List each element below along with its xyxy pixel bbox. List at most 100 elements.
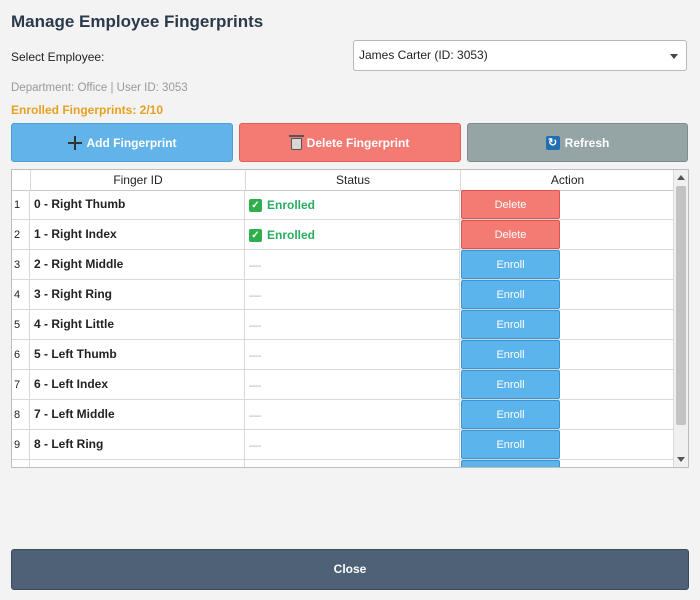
action-cell: Delete xyxy=(460,190,674,219)
row-number: 2 xyxy=(12,220,30,249)
column-header-status[interactable]: Status xyxy=(245,170,460,190)
enroll-row-button[interactable]: Enroll xyxy=(461,400,560,429)
enroll-row-button[interactable]: Enroll xyxy=(461,310,560,339)
status-text: — xyxy=(249,288,261,302)
action-cell: Enroll xyxy=(460,370,674,399)
finger-id-cell: 5 - Left Thumb xyxy=(30,340,245,369)
enroll-row-button[interactable]: Enroll xyxy=(461,370,560,399)
status-cell: ✓ Enrolled xyxy=(245,190,460,219)
status-cell: — xyxy=(245,430,460,459)
table-row[interactable]: 43 - Right Ring — Enroll xyxy=(12,280,674,310)
enrolled-count: Enrolled Fingerprints: 2/10 xyxy=(11,103,164,117)
dialog-title: Manage Employee Fingerprints xyxy=(11,12,264,31)
trash-icon xyxy=(288,134,304,150)
row-number: 6 xyxy=(12,340,30,369)
action-cell: Enroll xyxy=(460,280,674,309)
delete-fingerprint-button[interactable]: Delete Fingerprint xyxy=(239,123,461,162)
status-text: — xyxy=(249,438,261,452)
action-cell: Enroll xyxy=(460,400,674,429)
enroll-row-button[interactable]: Enroll xyxy=(461,250,560,279)
finger-id-cell: 2 - Right Middle xyxy=(30,250,245,279)
grid-header: Finger ID Status Action xyxy=(12,170,674,191)
enroll-row-button[interactable] xyxy=(461,460,560,467)
action-cell xyxy=(460,460,674,467)
finger-id-cell: 7 - Left Middle xyxy=(30,400,245,429)
scrollbar-thumb[interactable] xyxy=(676,186,686,425)
table-row[interactable]: 21 - Right Index ✓ Enrolled Delete xyxy=(12,220,674,250)
status-cell: — xyxy=(245,400,460,429)
employee-select[interactable]: James Carter (ID: 3053) xyxy=(353,40,687,71)
action-cell: Enroll xyxy=(460,340,674,369)
add-icon xyxy=(67,135,82,150)
finger-id-cell: 8 - Left Ring xyxy=(30,430,245,459)
table-row[interactable]: 87 - Left Middle — Enroll xyxy=(12,400,674,430)
employee-select-value: James Carter (ID: 3053) xyxy=(359,48,488,62)
select-employee-label: Select Employee: xyxy=(11,50,105,64)
table-row[interactable]: 65 - Left Thumb — Enroll xyxy=(12,340,674,370)
finger-id-cell: 4 - Right Little xyxy=(30,310,245,339)
employee-info: Department: Office | User ID: 3053 xyxy=(11,82,188,94)
enroll-row-button[interactable]: Enroll xyxy=(461,280,560,309)
status-cell: — xyxy=(245,310,460,339)
status-cell: — xyxy=(245,340,460,369)
status-text: Enrolled xyxy=(267,198,316,212)
refresh-label: Refresh xyxy=(564,135,610,150)
status-text: — xyxy=(249,318,261,332)
status-cell xyxy=(245,460,460,467)
action-cell: Enroll xyxy=(460,430,674,459)
status-text: — xyxy=(249,258,261,272)
close-button[interactable]: Close xyxy=(11,549,689,590)
action-cell: Enroll xyxy=(460,250,674,279)
table-row[interactable]: 76 - Left Index — Enroll xyxy=(12,370,674,400)
delete-fingerprint-label: Delete Fingerprint xyxy=(306,135,410,150)
status-text: — xyxy=(249,348,261,362)
vertical-scrollbar[interactable] xyxy=(673,170,688,467)
column-header-action[interactable]: Action xyxy=(460,170,674,190)
table-row[interactable]: 10 - Right Thumb ✓ Enrolled Delete xyxy=(12,190,674,220)
delete-row-button[interactable]: Delete xyxy=(461,190,560,219)
refresh-icon: ↻ xyxy=(545,135,560,150)
status-cell: — xyxy=(245,250,460,279)
enroll-row-button[interactable]: Enroll xyxy=(461,340,560,369)
add-fingerprint-label: Add Fingerprint xyxy=(86,135,177,150)
row-number: 7 xyxy=(12,370,30,399)
finger-id-cell: 0 - Right Thumb xyxy=(30,190,245,219)
row-number: 5 xyxy=(12,310,30,339)
check-icon: ✓ xyxy=(249,228,262,242)
delete-row-button[interactable]: Delete xyxy=(461,220,560,249)
check-icon: ✓ xyxy=(249,198,262,212)
status-cell: ✓ Enrolled xyxy=(245,220,460,249)
finger-id-cell: 6 - Left Index xyxy=(30,370,245,399)
status-text: — xyxy=(249,408,261,422)
grid-body: 10 - Right Thumb ✓ Enrolled Delete 2 1 - Righ… xyxy=(12,190,674,467)
column-header-finger-id[interactable]: Finger ID xyxy=(30,170,245,190)
status-text: Enrolled xyxy=(267,228,316,242)
table-row[interactable] xyxy=(12,460,674,467)
scroll-up-arrow-icon[interactable] xyxy=(674,170,688,185)
row-number: 3 xyxy=(12,250,30,279)
action-cell: Enroll xyxy=(460,310,674,339)
fingerprint-grid: Finger ID Status Action 10 - Right Thumb… xyxy=(11,169,689,468)
status-text: — xyxy=(249,378,261,392)
finger-id-cell: 1 - Right Index xyxy=(30,220,245,249)
status-enrolled: ✓ Enrolled xyxy=(249,190,459,220)
scroll-down-arrow-icon[interactable] xyxy=(674,452,688,467)
row-number: 4 xyxy=(12,280,30,309)
status-cell: — xyxy=(245,280,460,309)
finger-id-cell xyxy=(30,460,245,467)
table-row[interactable]: 98 - Left Ring — Enroll xyxy=(12,430,674,460)
status-cell: — xyxy=(245,370,460,399)
refresh-button[interactable]: ↻ Refresh xyxy=(467,123,688,162)
table-row[interactable]: 32 - Right Middle — Enroll xyxy=(12,250,674,280)
add-fingerprint-button[interactable]: Add Fingerprint xyxy=(11,123,233,162)
row-number: 8 xyxy=(12,400,30,429)
row-number: 9 xyxy=(12,430,30,459)
action-cell: Delete xyxy=(460,220,674,249)
finger-id-cell: 3 - Right Ring xyxy=(30,280,245,309)
table-row[interactable]: 54 - Right Little — Enroll xyxy=(12,310,674,340)
enroll-row-button[interactable]: Enroll xyxy=(461,430,560,459)
row-number xyxy=(12,460,30,467)
chevron-down-icon[interactable] xyxy=(670,54,678,59)
status-enrolled: ✓ Enrolled xyxy=(249,220,459,250)
row-number: 1 xyxy=(12,190,30,219)
